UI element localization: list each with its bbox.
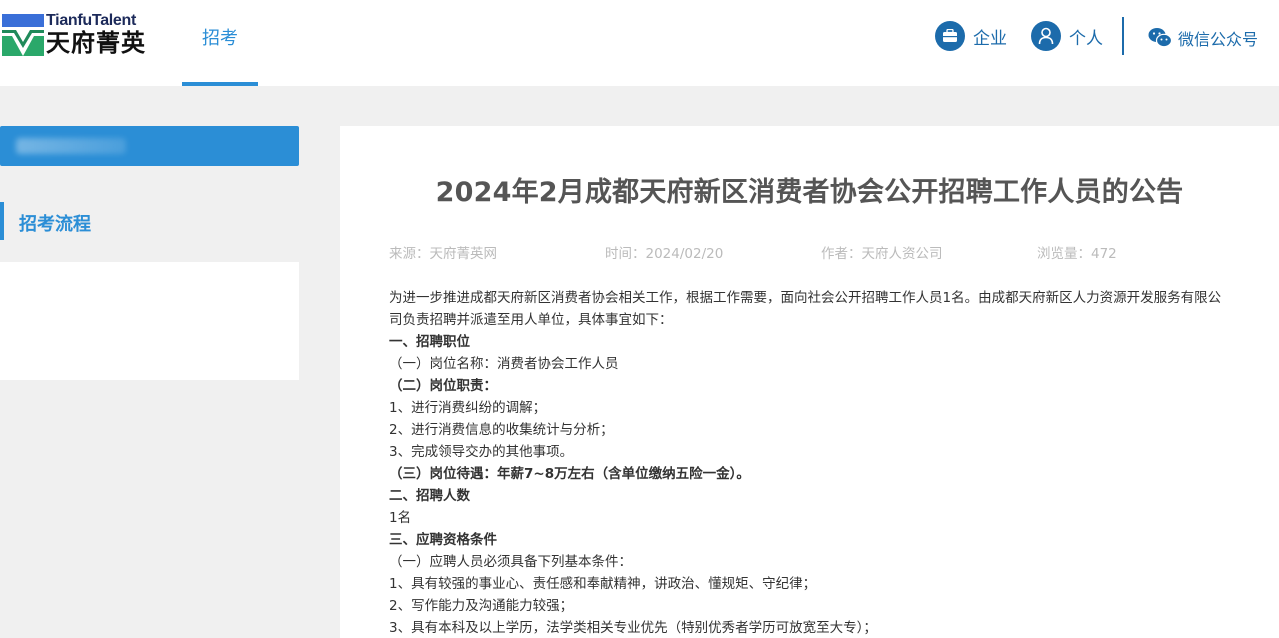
section-heading: 二、招聘人数 — [389, 488, 470, 504]
enterprise-button[interactable]: 企业 — [935, 20, 1007, 52]
meta-author: 作者：天府人资公司 — [821, 242, 943, 262]
article-panel: 2024年2月成都天府新区消费者协会公开招聘工作人员的公告 来源：天府菁英网 时… — [340, 126, 1279, 638]
sidebar-header — [0, 126, 299, 166]
meta-time: 时间：2024/02/20 — [605, 242, 723, 262]
sidebar-item-label: 招考流程 — [19, 214, 91, 235]
logo-mark-icon — [2, 14, 44, 56]
list-item: 3、具有本科及以上学历，法学类相关专业优先（特别优秀者学历可放宽至大专）； — [389, 620, 877, 636]
section-heading: 三、应聘资格条件 — [389, 532, 497, 548]
personal-button[interactable]: 个人 — [1031, 20, 1103, 52]
article-body: 为进一步推进成都天府新区消费者协会相关工作，根据工作需要，面向社会公开招聘工作人… — [389, 287, 1229, 638]
paragraph: （一）应聘人员必须具备下列基本条件： — [389, 554, 632, 570]
meta-views-value: 472 — [1091, 246, 1117, 262]
paragraph: （一）岗位名称：消费者协会工作人员 — [389, 356, 619, 372]
wechat-label: 微信公众号 — [1178, 30, 1259, 49]
list-item: 2、写作能力及沟通能力较强； — [389, 598, 574, 614]
meta-views-label: 浏览量： — [1037, 246, 1091, 262]
logo-chinese-text: 天府菁英 — [46, 29, 146, 57]
list-item: 2、进行消费信息的收集统计与分析； — [389, 422, 614, 438]
meta-source-label: 来源： — [389, 246, 430, 262]
header-divider — [1122, 17, 1124, 55]
briefcase-icon — [935, 21, 965, 51]
enterprise-label: 企业 — [973, 28, 1007, 49]
logo-english-text: TianfuTalent — [46, 12, 137, 29]
meta-source: 来源：天府菁英网 — [389, 242, 497, 262]
meta-author-label: 作者： — [821, 246, 862, 262]
meta-time-value: 2024/02/20 — [645, 246, 724, 262]
sidebar-panel — [0, 262, 299, 380]
nav-tab-label: 招考 — [202, 28, 238, 49]
meta-views: 浏览量：472 — [1037, 242, 1117, 262]
article-title: 2024年2月成都天府新区消费者协会公开招聘工作人员的公告 — [435, 177, 1184, 208]
list-item: 1、进行消费纠纷的调解； — [389, 400, 547, 416]
personal-label: 个人 — [1069, 28, 1103, 49]
subsection-heading: （三）岗位待遇：年薪7~8万左右（含单位缴纳五险一金）。 — [389, 466, 750, 482]
nav-tab-exam[interactable]: 招考 — [182, 0, 258, 86]
wechat-icon — [1148, 28, 1172, 48]
paragraph: 1名 — [389, 510, 412, 526]
meta-author-value: 天府人资公司 — [861, 246, 943, 262]
subsection-heading: （二）岗位职责： — [389, 378, 497, 394]
sidebar-item-exam-process[interactable]: 招考流程 — [0, 200, 299, 242]
meta-time-label: 时间： — [605, 246, 646, 262]
site-logo[interactable]: TianfuTalent 天府菁英 — [2, 12, 158, 58]
user-icon — [1031, 21, 1061, 51]
list-item: 3、完成领导交办的其他事项。 — [389, 444, 574, 460]
paragraph-intro: 为进一步推进成都天府新区消费者协会相关工作，根据工作需要，面向社会公开招聘工作人… — [389, 290, 1222, 328]
sidebar-header-blurred-text — [16, 138, 126, 154]
meta-source-value: 天府菁英网 — [429, 246, 498, 262]
section-heading: 一、招聘职位 — [389, 334, 470, 350]
wechat-button[interactable]: 微信公众号 — [1148, 22, 1258, 54]
list-item: 1、具有较强的事业心、责任感和奉献精神，讲政治、懂规矩、守纪律； — [389, 576, 817, 592]
site-header: TianfuTalent 天府菁英 招考 企业 个人 微信公众号 — [0, 0, 1279, 86]
